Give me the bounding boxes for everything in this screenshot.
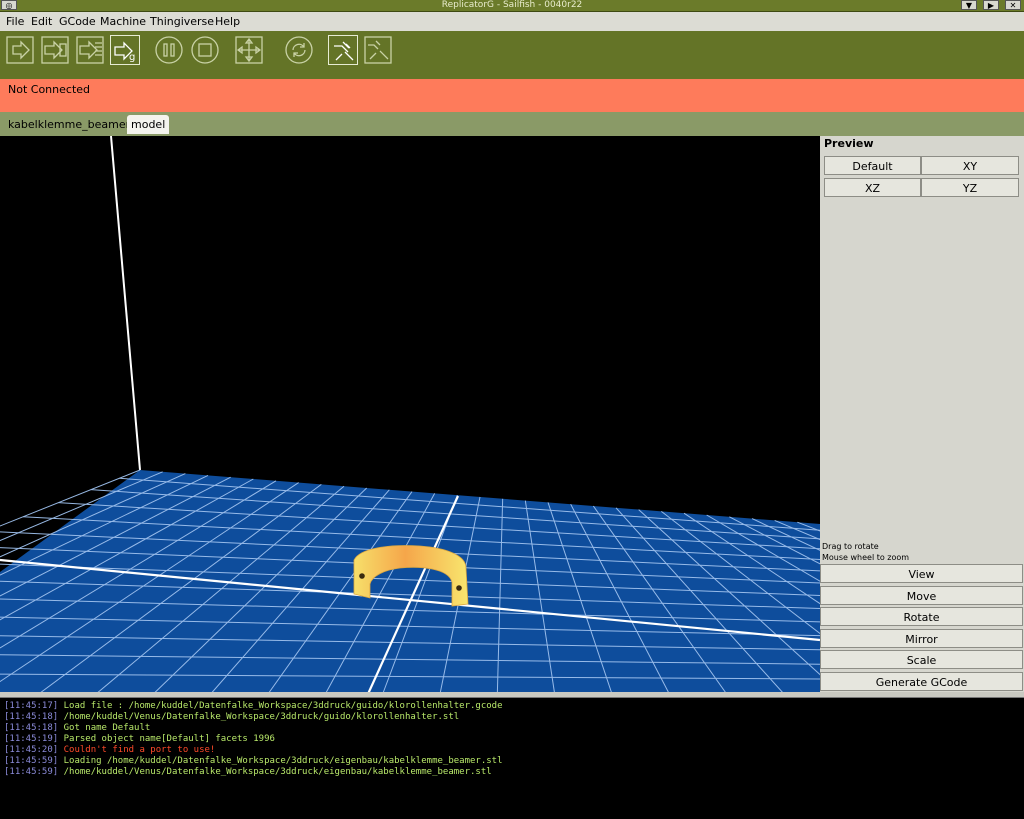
stop-icon[interactable]	[190, 35, 220, 65]
upload-to-sd-icon[interactable]	[75, 35, 105, 65]
console-message: /home/kuddel/Venus/Datenfalke_Workspace/…	[63, 712, 460, 722]
console-message: /home/kuddel/Venus/Datenfalke_Workspace/…	[63, 767, 492, 777]
view-yz-button[interactable]: YZ	[921, 178, 1019, 197]
console-timestamp: [11:45:59]	[4, 756, 64, 766]
console-line: [11:45:59] /home/kuddel/Venus/Datenfalke…	[4, 767, 492, 778]
reset-icon[interactable]	[284, 35, 314, 65]
console-line: [11:45:59] Loading /home/kuddel/Datenfal…	[4, 756, 503, 767]
menu-machine[interactable]: Machine	[100, 12, 146, 31]
menu-thingiverse[interactable]: Thingiverse	[150, 12, 214, 31]
build-platform	[0, 470, 820, 694]
window-title: ReplicatorG - Sailfish - 0040r22	[441, 0, 583, 10]
view-button[interactable]: View	[820, 564, 1023, 583]
disconnect-icon[interactable]	[363, 35, 393, 65]
generate-gcode-icon[interactable]: g	[110, 35, 140, 65]
menu-bar: File Edit GCode Machine Thingiverse Help	[0, 12, 1024, 32]
connection-status-text: Not Connected	[8, 83, 91, 96]
console-timestamp: [11:45:59]	[4, 767, 64, 777]
maximize-icon[interactable]: ▶	[983, 0, 999, 10]
view-xy-button[interactable]: XY	[921, 156, 1019, 175]
console-line: [11:45:18] Got name Default	[4, 723, 150, 734]
z-axis-line	[110, 136, 141, 471]
console-line: [11:45:20] Couldn't find a port to use!	[4, 745, 215, 756]
view-xz-button[interactable]: XZ	[824, 178, 921, 197]
console-timestamp: [11:45:19]	[4, 734, 64, 744]
menu-file[interactable]: File	[6, 12, 24, 31]
pause-icon[interactable]	[154, 35, 184, 65]
mirror-button[interactable]: Mirror	[820, 629, 1023, 648]
hint-wheel-zoom: Mouse wheel to zoom	[822, 553, 910, 562]
preview-panel: Preview Default XY XZ YZ Drag to rotate …	[820, 136, 1024, 694]
connect-icon[interactable]	[328, 35, 358, 65]
console-log[interactable]: [11:45:17] Load file : /home/kuddel/Date…	[0, 697, 1024, 819]
console-timestamp: [11:45:18]	[4, 723, 64, 733]
build-icon[interactable]	[5, 35, 35, 65]
minimize-icon[interactable]: ▼	[961, 0, 977, 10]
console-message: Couldn't find a port to use!	[63, 745, 216, 755]
console-timestamp: [11:45:20]	[4, 745, 64, 755]
console-line: [11:45:19] Parsed object name[Default] f…	[4, 734, 275, 745]
model-preview-viewport[interactable]	[0, 136, 820, 694]
view-default-button[interactable]: Default	[824, 156, 921, 175]
rotate-button[interactable]: Rotate	[820, 607, 1023, 626]
menu-edit[interactable]: Edit	[31, 12, 52, 31]
console-message: Loading /home/kuddel/Datenfalke_Workspac…	[63, 756, 503, 766]
connection-status-bar: Not Connected	[0, 79, 1024, 112]
generate-gcode-button[interactable]: Generate GCode	[820, 672, 1023, 691]
build-to-file-icon[interactable]	[40, 35, 70, 65]
console-message: Load file : /home/kuddel/Datenfalke_Work…	[63, 701, 503, 711]
console-message: Parsed object name[Default] facets 1996	[63, 734, 275, 744]
toolbar: g	[0, 31, 1024, 79]
scale-button[interactable]: Scale	[820, 650, 1023, 669]
move-button[interactable]: Move	[820, 586, 1023, 605]
console-timestamp: [11:45:17]	[4, 701, 64, 711]
tab-bar: kabelklemme_beamer model	[0, 112, 1024, 136]
control-panel-icon[interactable]	[234, 35, 264, 65]
close-icon[interactable]: ✕	[1005, 0, 1021, 10]
console-line: [11:45:18] /home/kuddel/Venus/Datenfalke…	[4, 712, 459, 723]
hint-drag-rotate: Drag to rotate	[822, 542, 879, 551]
tab-model[interactable]: model	[127, 115, 170, 134]
window-title-bar[interactable]: ◎ ReplicatorG - Sailfish - 0040r22 ▼ ▶ ✕	[0, 0, 1024, 12]
svg-text:g: g	[129, 52, 135, 63]
menu-help[interactable]: Help	[215, 12, 240, 31]
preview-heading: Preview	[824, 137, 874, 150]
tab-gcode-file[interactable]: kabelklemme_beamer	[4, 115, 134, 134]
console-line: [11:45:17] Load file : /home/kuddel/Date…	[4, 701, 503, 712]
console-timestamp: [11:45:18]	[4, 712, 64, 722]
console-message: Got name Default	[63, 723, 151, 733]
menu-gcode[interactable]: GCode	[59, 12, 96, 31]
